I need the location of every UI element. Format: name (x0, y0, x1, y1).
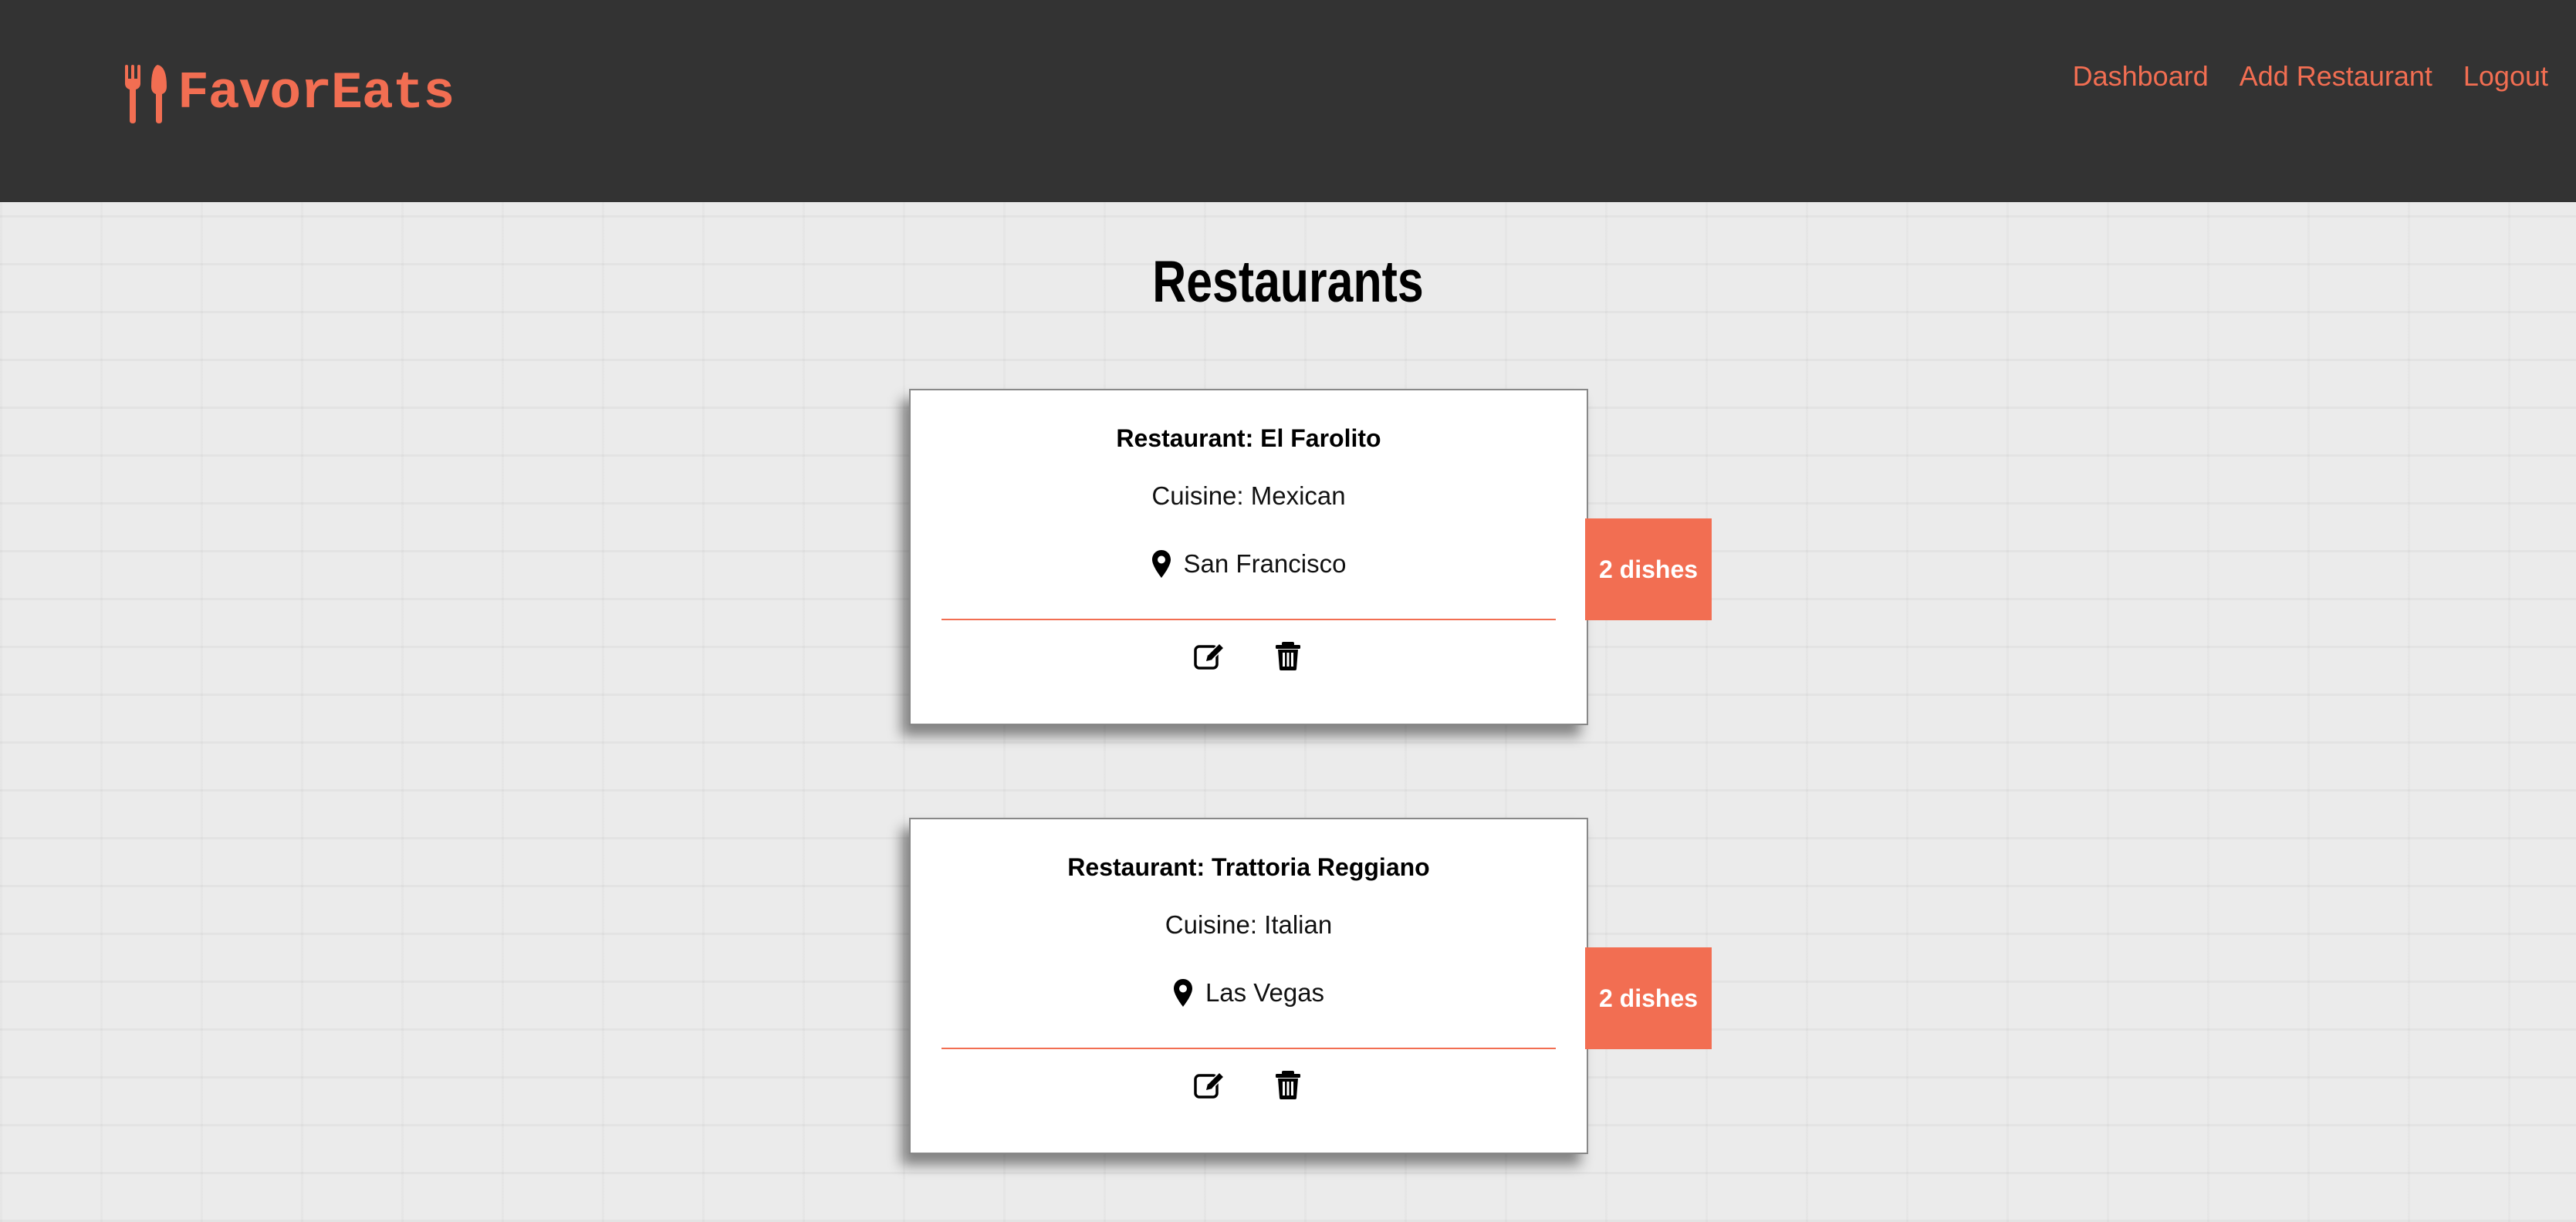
edit-button[interactable] (1192, 639, 1226, 673)
restaurant-card: Restaurant: El Farolito Cuisine: Mexican… (909, 389, 1588, 725)
brand-name: FavorEats (177, 64, 455, 123)
nav-link-dashboard[interactable]: Dashboard (2073, 57, 2209, 96)
page-title: Restaurants (1152, 249, 1424, 315)
restaurant-cuisine: Cuisine: Mexican (1151, 481, 1346, 510)
card-actions (911, 639, 1587, 673)
nav-links: Dashboard Add Restaurant Logout (2073, 57, 2548, 96)
edit-icon (1194, 1071, 1225, 1099)
restaurant-card-wrapper: Restaurant: El Farolito Cuisine: Mexican… (909, 389, 1712, 725)
restaurant-card: Restaurant: Trattoria Reggiano Cuisine: … (909, 818, 1588, 1154)
card-divider (941, 619, 1556, 620)
dish-count-badge[interactable]: 2 dishes (1585, 518, 1712, 620)
restaurant-location-label: Las Vegas (1205, 978, 1325, 1007)
card-divider (941, 1048, 1556, 1049)
map-marker-icon (1173, 979, 1192, 1007)
brand-logo-link[interactable]: FavorEats (123, 63, 455, 125)
trash-icon (1276, 1071, 1300, 1099)
restaurant-cuisine: Cuisine: Italian (1165, 910, 1333, 939)
restaurant-location: Las Vegas (911, 974, 1587, 1012)
restaurant-card-wrapper: Restaurant: Trattoria Reggiano Cuisine: … (909, 818, 1712, 1154)
edit-button[interactable] (1192, 1068, 1226, 1102)
nav-link-logout[interactable]: Logout (2463, 57, 2548, 96)
delete-button[interactable] (1271, 639, 1305, 673)
map-marker-icon (1151, 550, 1171, 578)
navbar: FavorEats Dashboard Add Restaurant Logou… (0, 0, 2576, 202)
restaurant-location-label: San Francisco (1183, 549, 1347, 578)
nav-link-add-restaurant[interactable]: Add Restaurant (2240, 57, 2432, 96)
restaurant-name: Restaurant: El Farolito (1116, 424, 1381, 452)
utensils-icon (125, 65, 167, 123)
trash-icon (1276, 642, 1300, 670)
edit-icon (1194, 642, 1225, 670)
restaurant-name: Restaurant: Trattoria Reggiano (1067, 853, 1430, 881)
card-actions (911, 1068, 1587, 1102)
restaurant-location: San Francisco (911, 545, 1587, 583)
dish-count-badge[interactable]: 2 dishes (1585, 947, 1712, 1049)
delete-button[interactable] (1271, 1068, 1305, 1102)
